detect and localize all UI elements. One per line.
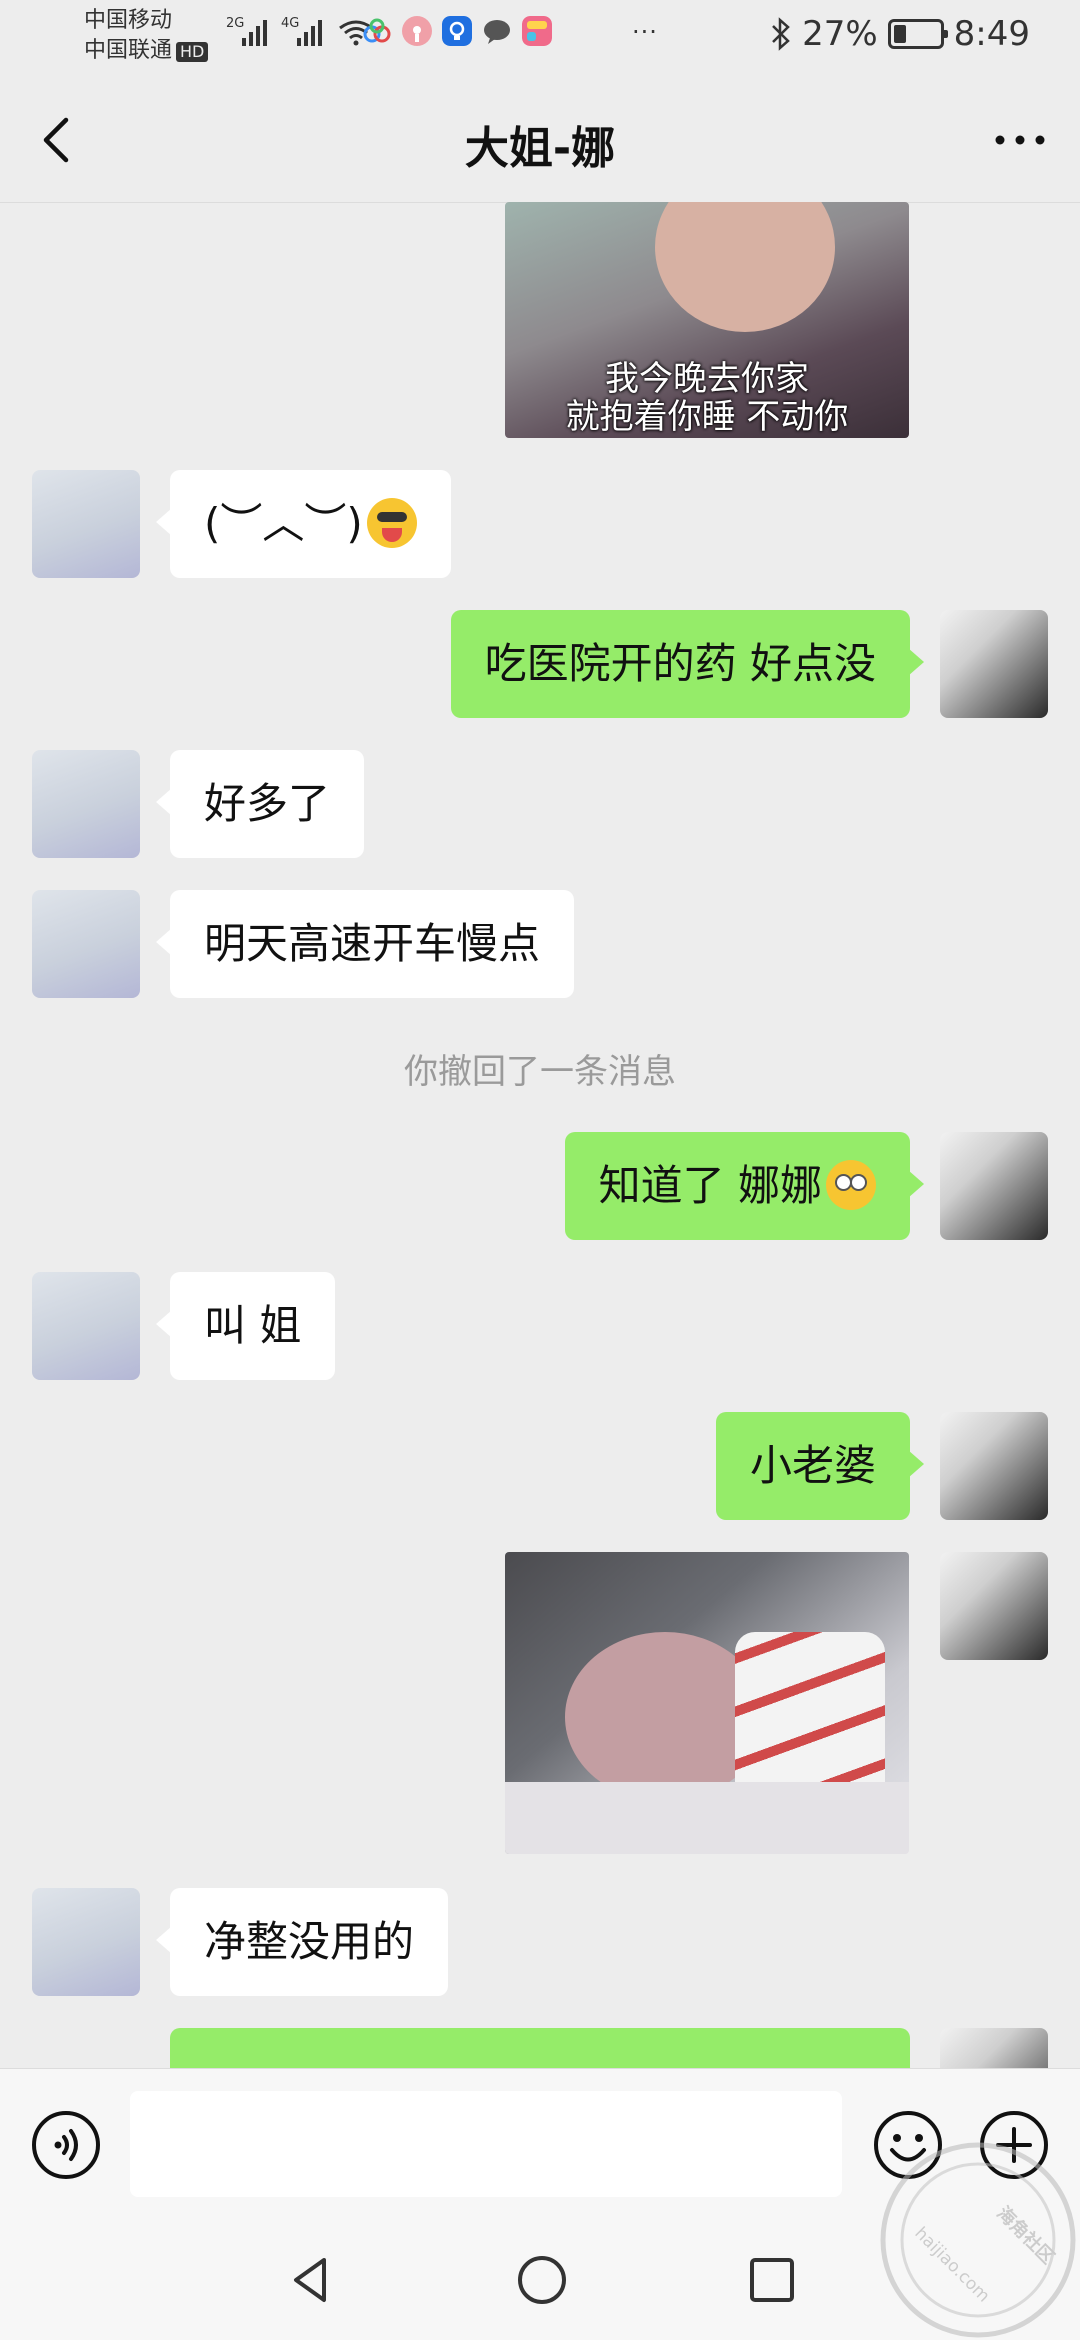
outgoing-message[interactable]: 吃医院开的药 好点没 bbox=[450, 610, 925, 718]
clock: 8:49 bbox=[953, 14, 1030, 54]
incoming-message[interactable]: 净整没用的 bbox=[155, 1888, 449, 1996]
incoming-message[interactable]: 明天高速开车慢点 bbox=[155, 890, 575, 998]
signal-4g-icon: 4G bbox=[281, 16, 322, 46]
flushed-face-emoji bbox=[826, 1159, 876, 1210]
message-text: 净整没用的 bbox=[204, 1917, 415, 1966]
contact-avatar[interactable] bbox=[32, 1888, 140, 1996]
outgoing-message[interactable]: 小老婆 bbox=[715, 1412, 925, 1520]
outgoing-message[interactable]: 知道了 娜娜 bbox=[564, 1132, 925, 1240]
voice-icon[interactable] bbox=[30, 2109, 102, 2181]
message-text: 知道了 娜娜 bbox=[598, 1161, 822, 1210]
incoming-message[interactable]: (︶︿︶) bbox=[156, 470, 451, 578]
carrier-1: 中国移动 bbox=[84, 8, 173, 33]
baidu-netdisk-icon bbox=[363, 18, 391, 43]
message-text: 吃医院开的药 好点没 bbox=[484, 639, 876, 688]
contact-avatar[interactable] bbox=[32, 750, 140, 858]
bluetooth-icon bbox=[772, 17, 790, 51]
incoming-message[interactable]: 好多了 bbox=[155, 750, 365, 858]
photo-bedding bbox=[505, 1782, 909, 1854]
message-text: (︶︿︶) bbox=[204, 499, 363, 548]
message-input[interactable] bbox=[130, 2091, 842, 2197]
message-text: 明天高速开车慢点 bbox=[204, 919, 541, 968]
carrier-info: 中国移动 中国联通 HD bbox=[84, 6, 209, 66]
chat-title: 大姐-娜 bbox=[464, 123, 616, 174]
image-caption: 我今晚去你家 就抱着你睡 不动你 bbox=[505, 360, 909, 436]
status-bar: 中国移动 中国联通 HD 2G 4G ··· 27% 8:49 bbox=[0, 0, 1080, 78]
image-message[interactable] bbox=[505, 1552, 909, 1854]
colorful-app-icon bbox=[522, 16, 552, 46]
image-caption-line-2: 就抱着你睡 不动你 bbox=[565, 397, 849, 437]
triangle-back-icon[interactable] bbox=[282, 2250, 342, 2310]
my-avatar[interactable] bbox=[940, 2028, 1048, 2068]
message-list[interactable]: 我今晚去你家 就抱着你睡 不动你 (︶︿︶) 吃医院开的药 好点没 好多了 明天… bbox=[0, 202, 1080, 2068]
signal-tag-2g: 2G bbox=[226, 16, 245, 31]
message-text: 叫 姐 bbox=[204, 1301, 302, 1350]
incoming-message[interactable]: 叫 姐 bbox=[155, 1272, 336, 1380]
battery-percent: 27% bbox=[802, 14, 878, 54]
square-recent-icon[interactable] bbox=[742, 2250, 802, 2310]
more-dots-icon[interactable] bbox=[990, 118, 1050, 162]
contact-avatar[interactable] bbox=[32, 890, 140, 998]
tongue-face-emoji bbox=[366, 497, 417, 548]
recalled-message-notice: 你撤回了一条消息 bbox=[404, 1052, 676, 1092]
more-notifications-indicator: ··· bbox=[632, 18, 658, 46]
my-avatar[interactable] bbox=[940, 1132, 1048, 1240]
signal-indicators: 2G 4G bbox=[226, 16, 374, 46]
my-avatar[interactable] bbox=[940, 1412, 1048, 1520]
podcast-icon bbox=[402, 16, 432, 46]
my-avatar[interactable] bbox=[940, 610, 1048, 718]
outgoing-message-partial[interactable] bbox=[170, 2028, 924, 2068]
contact-avatar[interactable] bbox=[32, 1272, 140, 1380]
message-text: 小老婆 bbox=[749, 1441, 876, 1490]
circle-home-icon[interactable] bbox=[512, 2250, 572, 2310]
notification-icons bbox=[362, 16, 552, 46]
photo-subject bbox=[655, 202, 835, 332]
hd-badge: HD bbox=[176, 42, 209, 62]
system-status: 27% 8:49 bbox=[770, 14, 1030, 54]
carrier-2: 中国联通 bbox=[84, 38, 173, 63]
image-message[interactable]: 我今晚去你家 就抱着你睡 不动你 bbox=[505, 202, 909, 438]
chat-header: 大姐-娜 bbox=[0, 78, 1080, 203]
battery-icon bbox=[887, 19, 948, 49]
battery-fill bbox=[893, 25, 906, 43]
signal-2g-icon: 2G bbox=[226, 16, 267, 46]
chat-bubble-icon bbox=[484, 20, 510, 44]
my-avatar[interactable] bbox=[940, 1552, 1048, 1660]
image-caption-line-1: 我今晚去你家 bbox=[605, 359, 809, 399]
tips-bulb-icon bbox=[442, 16, 472, 46]
watermark-stamp-icon: 海角社区 haijiao.com bbox=[880, 2142, 1076, 2338]
signal-tag-4g: 4G bbox=[281, 16, 300, 31]
contact-avatar[interactable] bbox=[32, 470, 140, 578]
message-text: 好多了 bbox=[204, 779, 331, 828]
